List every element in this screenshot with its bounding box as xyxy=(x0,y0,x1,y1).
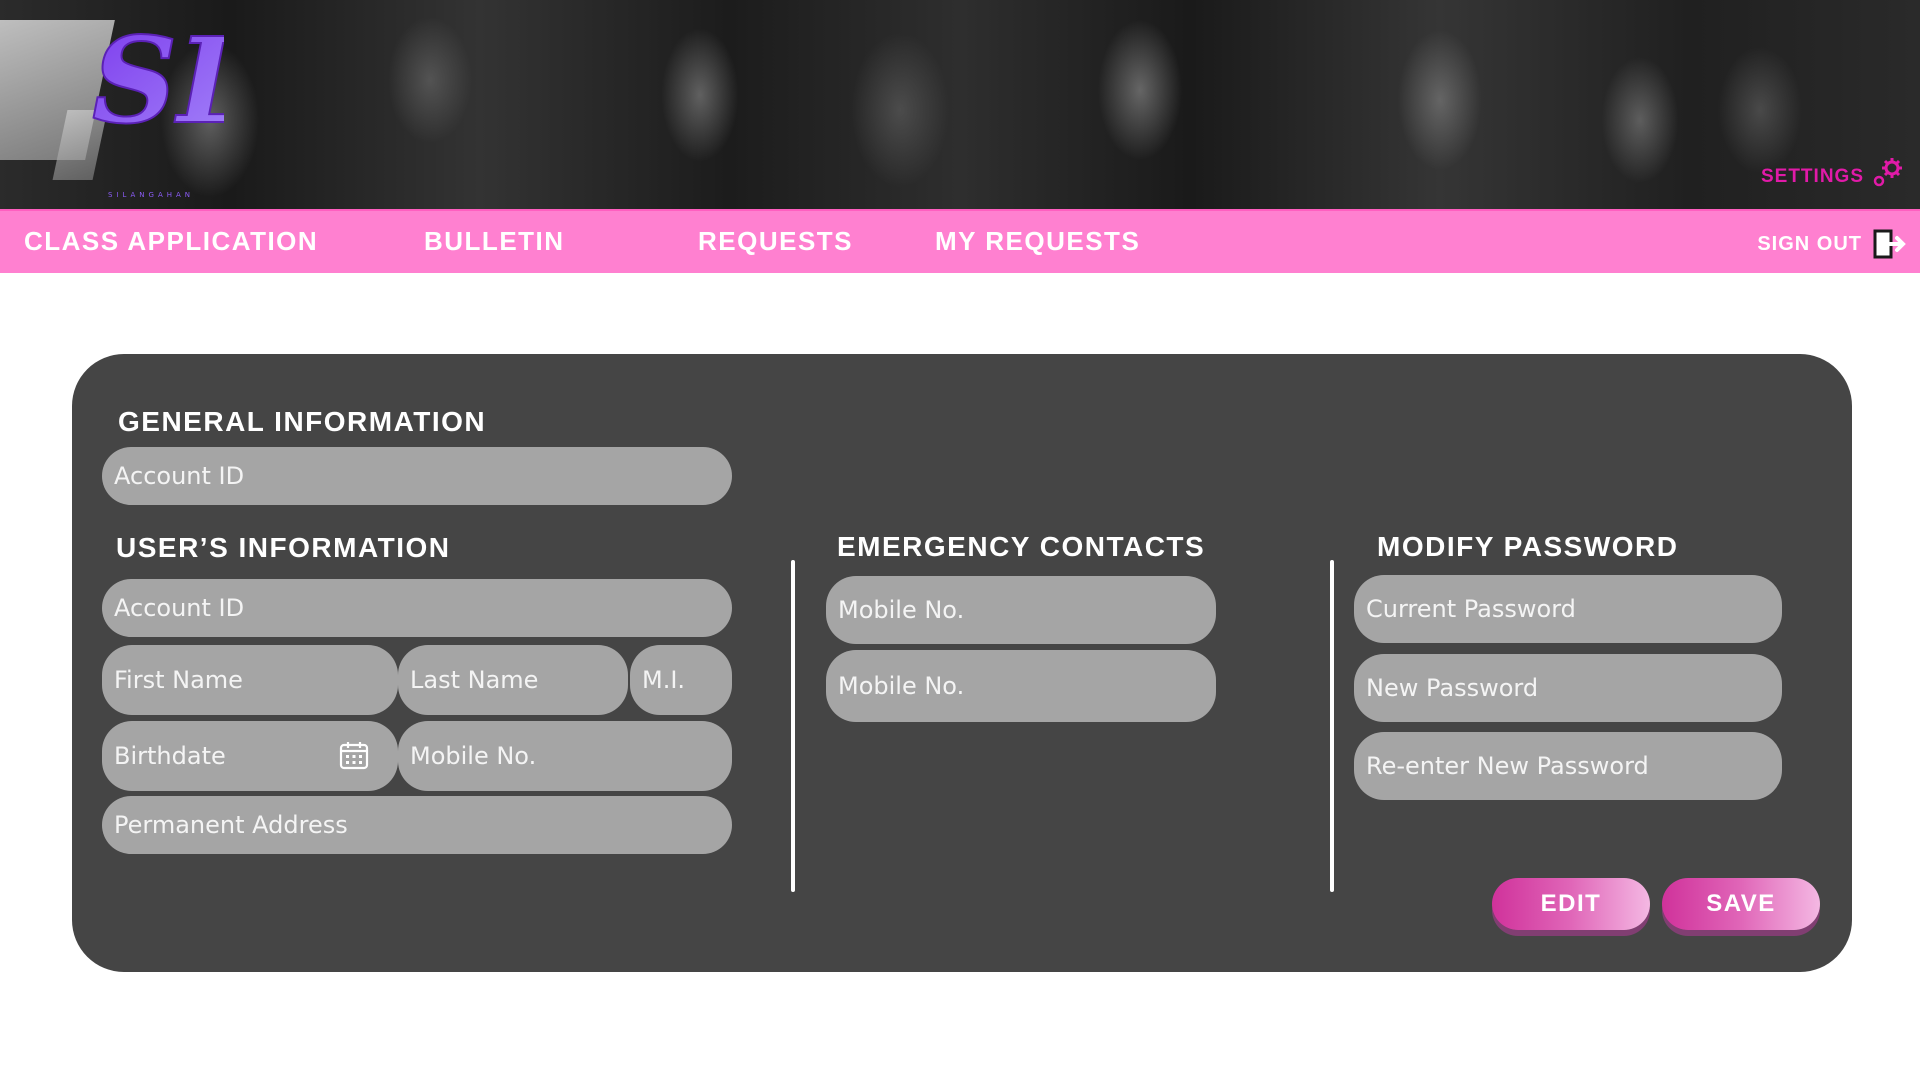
general-account-id-input[interactable] xyxy=(114,447,732,505)
current-password-field[interactable] xyxy=(1354,575,1782,643)
nav-bulletin[interactable]: BULLETIN xyxy=(424,226,565,257)
column-divider xyxy=(1330,560,1334,892)
first-name-input[interactable] xyxy=(114,645,398,715)
logo-letters: SL xyxy=(92,11,224,150)
general-account-id-field[interactable] xyxy=(102,447,732,505)
save-button[interactable]: SAVE xyxy=(1662,878,1820,930)
new-password-input[interactable] xyxy=(1366,654,1782,722)
user-mobile-input[interactable] xyxy=(410,721,732,791)
column-divider xyxy=(791,560,795,892)
emergency-mobile-1-input[interactable] xyxy=(838,576,1216,644)
emergency-mobile-2-input[interactable] xyxy=(838,650,1216,722)
nav-my-requests[interactable]: MY REQUESTS xyxy=(935,226,1140,257)
logo-caption: SILANGAHAN xyxy=(107,191,195,199)
calendar-icon[interactable] xyxy=(338,739,370,771)
emergency-mobile-1-field[interactable] xyxy=(826,576,1216,644)
new-password-field[interactable] xyxy=(1354,654,1782,722)
sign-out-label: SIGN OUT xyxy=(1757,232,1862,255)
middle-initial-input[interactable] xyxy=(642,645,732,715)
nav-class-application[interactable]: CLASS APPLICATION xyxy=(24,226,318,257)
settings-link[interactable]: SETTINGS xyxy=(1760,158,1904,194)
nav-requests[interactable]: REQUESTS xyxy=(698,226,853,257)
general-info-title: GENERAL INFORMATION xyxy=(118,406,487,437)
hero-banner: SL SILANGAHAN SETTINGS xyxy=(0,0,1920,209)
current-password-input[interactable] xyxy=(1366,575,1782,643)
middle-initial-field[interactable] xyxy=(630,645,732,715)
reenter-password-field[interactable] xyxy=(1354,732,1782,800)
main-nav: CLASS APPLICATION BULLETIN REQUESTS MY R… xyxy=(0,209,1920,273)
modify-password-title: MODIFY PASSWORD xyxy=(1377,531,1679,562)
user-mobile-field[interactable] xyxy=(398,721,732,791)
first-name-field[interactable] xyxy=(102,645,398,715)
brand-logo: SL xyxy=(91,10,224,151)
sign-out-button[interactable]: SIGN OUT xyxy=(1757,227,1906,261)
permanent-address-input[interactable] xyxy=(114,796,732,854)
settings-label: SETTINGS xyxy=(1760,166,1864,187)
edit-button[interactable]: EDIT xyxy=(1492,878,1650,930)
user-info-title: USER’S INFORMATION xyxy=(116,532,451,563)
emergency-mobile-2-field[interactable] xyxy=(826,650,1216,722)
last-name-input[interactable] xyxy=(410,645,628,715)
gear-icon xyxy=(1873,158,1902,187)
reenter-password-input[interactable] xyxy=(1366,732,1782,800)
profile-panel: GENERAL INFORMATION USER’S INFORMATION xyxy=(72,354,1852,972)
sign-out-icon xyxy=(1873,229,1906,259)
emergency-contacts-title: EMERGENCY CONTACTS xyxy=(837,531,1206,562)
birthdate-field[interactable] xyxy=(102,721,398,791)
user-account-id-input[interactable] xyxy=(114,579,732,637)
user-account-id-field[interactable] xyxy=(102,579,732,637)
permanent-address-field[interactable] xyxy=(102,796,732,854)
last-name-field[interactable] xyxy=(398,645,628,715)
